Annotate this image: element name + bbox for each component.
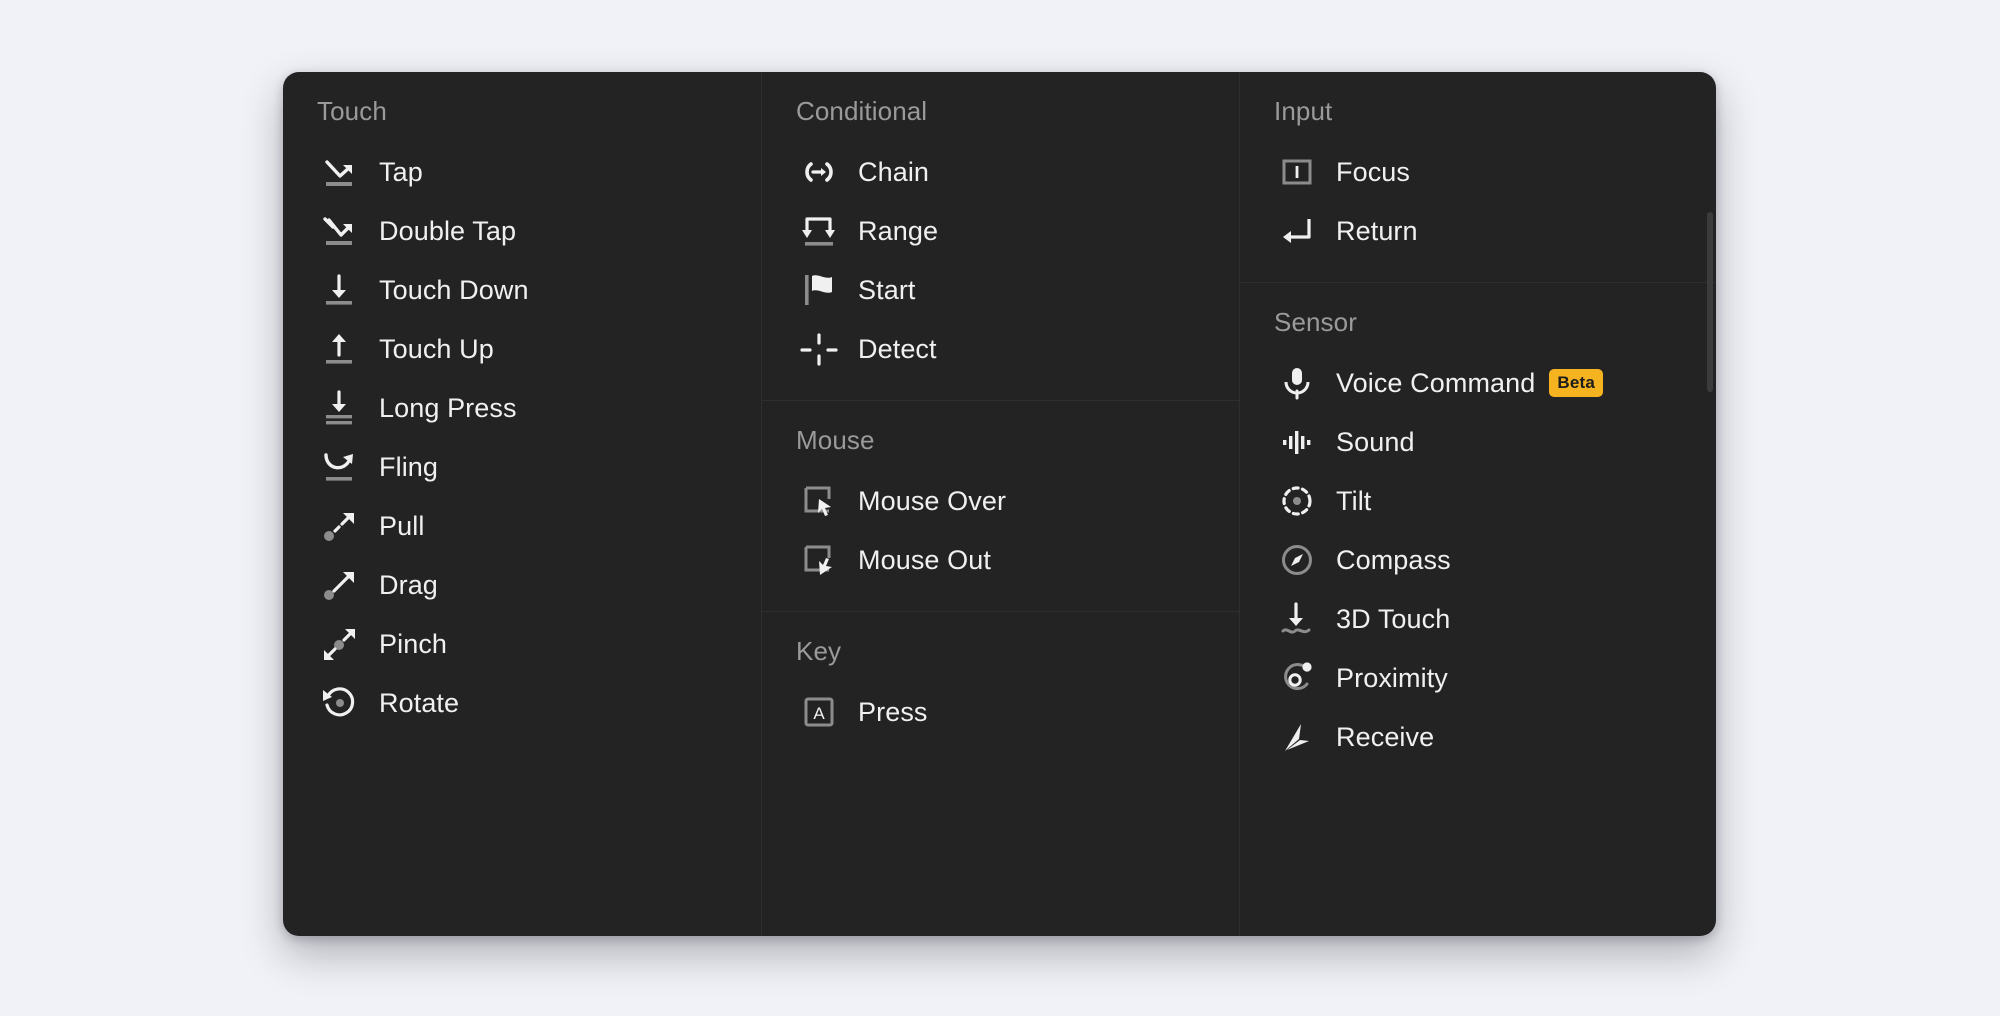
menu-item-label: Pull — [379, 510, 424, 542]
status-badge: Beta — [1549, 369, 1603, 397]
menu-item-rotate[interactable]: Rotate — [283, 673, 761, 732]
menu-item-label: Double Tap — [379, 215, 516, 247]
menu-item-start[interactable]: Start — [762, 260, 1239, 319]
menu-item-press[interactable]: A Press — [762, 682, 1239, 741]
menu-item-label: Tilt — [1336, 485, 1371, 517]
group-key: Key A Press — [762, 611, 1239, 763]
keyboard-key-icon: A — [796, 689, 842, 735]
menu-item-label: Proximity — [1336, 662, 1448, 694]
group-title-sensor: Sensor — [1240, 307, 1716, 353]
mouse-over-icon — [796, 478, 842, 524]
menu-item-voice-command[interactable]: Voice Command Beta — [1240, 353, 1716, 412]
group-conditional: Conditional Chain — [762, 72, 1239, 400]
menu-item-compass[interactable]: Compass — [1240, 530, 1716, 589]
menu-item-label: Focus — [1336, 156, 1410, 188]
action-picker-panel: Touch Tap — [283, 72, 1716, 936]
mouse-out-icon — [796, 537, 842, 583]
rotate-icon — [317, 680, 363, 726]
proximity-icon — [1274, 655, 1320, 701]
menu-item-sound[interactable]: Sound — [1240, 412, 1716, 471]
menu-item-label: Return — [1336, 215, 1418, 247]
tap-icon — [317, 149, 363, 195]
3d-touch-icon — [1274, 596, 1320, 642]
menu-item-detect[interactable]: Detect — [762, 319, 1239, 378]
menu-item-label: Tap — [379, 156, 423, 188]
menu-item-label: Detect — [858, 333, 937, 365]
group-title-mouse: Mouse — [762, 425, 1239, 471]
menu-item-label: Drag — [379, 569, 438, 601]
menu-item-label: Compass — [1336, 544, 1451, 576]
column-conditional: Conditional Chain — [761, 72, 1239, 936]
detect-icon — [796, 326, 842, 372]
group-title-key: Key — [762, 636, 1239, 682]
fling-icon — [317, 444, 363, 490]
group-touch: Touch Tap — [283, 72, 761, 754]
menu-item-touch-down[interactable]: Touch Down — [283, 260, 761, 319]
menu-item-mouse-over[interactable]: Mouse Over — [762, 471, 1239, 530]
menu-item-pull[interactable]: Pull — [283, 496, 761, 555]
compass-icon — [1274, 537, 1320, 583]
menu-item-mouse-out[interactable]: Mouse Out — [762, 530, 1239, 589]
focus-icon — [1274, 149, 1320, 195]
menu-item-label: Touch Down — [379, 274, 529, 306]
menu-item-label: Sound — [1336, 426, 1415, 458]
double-tap-icon — [317, 208, 363, 254]
range-icon — [796, 208, 842, 254]
menu-item-label: Range — [858, 215, 938, 247]
long-press-icon — [317, 385, 363, 431]
menu-item-return[interactable]: Return — [1240, 201, 1716, 260]
receive-icon — [1274, 714, 1320, 760]
return-icon — [1274, 208, 1320, 254]
menu-item-long-press[interactable]: Long Press — [283, 378, 761, 437]
menu-item-focus[interactable]: Focus — [1240, 142, 1716, 201]
menu-item-receive[interactable]: Receive — [1240, 707, 1716, 766]
group-title-input: Input — [1240, 96, 1716, 142]
menu-item-label: Receive — [1336, 721, 1434, 753]
menu-item-label: Mouse Out — [858, 544, 991, 576]
group-sensor: Sensor Voice Command Beta — [1240, 282, 1716, 788]
menu-item-label: Voice Command — [1336, 367, 1535, 399]
menu-item-label: Long Press — [379, 392, 517, 424]
menu-item-label: Chain — [858, 156, 929, 188]
menu-item-label: Mouse Over — [858, 485, 1006, 517]
flag-icon — [796, 267, 842, 313]
menu-item-fling[interactable]: Fling — [283, 437, 761, 496]
touch-down-icon — [317, 267, 363, 313]
menu-item-label: Start — [858, 274, 916, 306]
group-title-conditional: Conditional — [762, 96, 1239, 142]
menu-item-pinch[interactable]: Pinch — [283, 614, 761, 673]
menu-item-label: Pinch — [379, 628, 447, 660]
menu-item-proximity[interactable]: Proximity — [1240, 648, 1716, 707]
svg-text:A: A — [813, 704, 825, 723]
menu-item-drag[interactable]: Drag — [283, 555, 761, 614]
microphone-icon — [1274, 360, 1320, 406]
column-input: Input Focus — [1239, 72, 1716, 936]
menu-item-3d-touch[interactable]: 3D Touch — [1240, 589, 1716, 648]
pinch-icon — [317, 621, 363, 667]
tilt-icon — [1274, 478, 1320, 524]
column-touch: Touch Tap — [283, 72, 761, 936]
menu-item-label: Fling — [379, 451, 438, 483]
menu-item-tilt: Tilt — [1240, 471, 1716, 530]
menu-item-chain[interactable]: Chain — [762, 142, 1239, 201]
chain-icon — [796, 149, 842, 195]
group-title-touch: Touch — [283, 96, 761, 142]
panel-scrollbar[interactable] — [1707, 212, 1713, 392]
menu-item-double-tap[interactable]: Double Tap — [283, 201, 761, 260]
menu-item-touch-up[interactable]: Touch Up — [283, 319, 761, 378]
drag-icon — [317, 562, 363, 608]
menu-item-range[interactable]: Range — [762, 201, 1239, 260]
group-mouse: Mouse Mouse Over — [762, 400, 1239, 611]
touch-up-icon — [317, 326, 363, 372]
page-root: Touch Tap — [0, 0, 2000, 1016]
menu-item-tap[interactable]: Tap — [283, 142, 761, 201]
menu-item-label: 3D Touch — [1336, 603, 1450, 635]
group-input: Input Focus — [1240, 72, 1716, 282]
pull-icon — [317, 503, 363, 549]
menu-item-label: Touch Up — [379, 333, 494, 365]
sound-wave-icon — [1274, 419, 1320, 465]
menu-item-label: Press — [858, 696, 928, 728]
menu-item-label: Rotate — [379, 687, 459, 719]
